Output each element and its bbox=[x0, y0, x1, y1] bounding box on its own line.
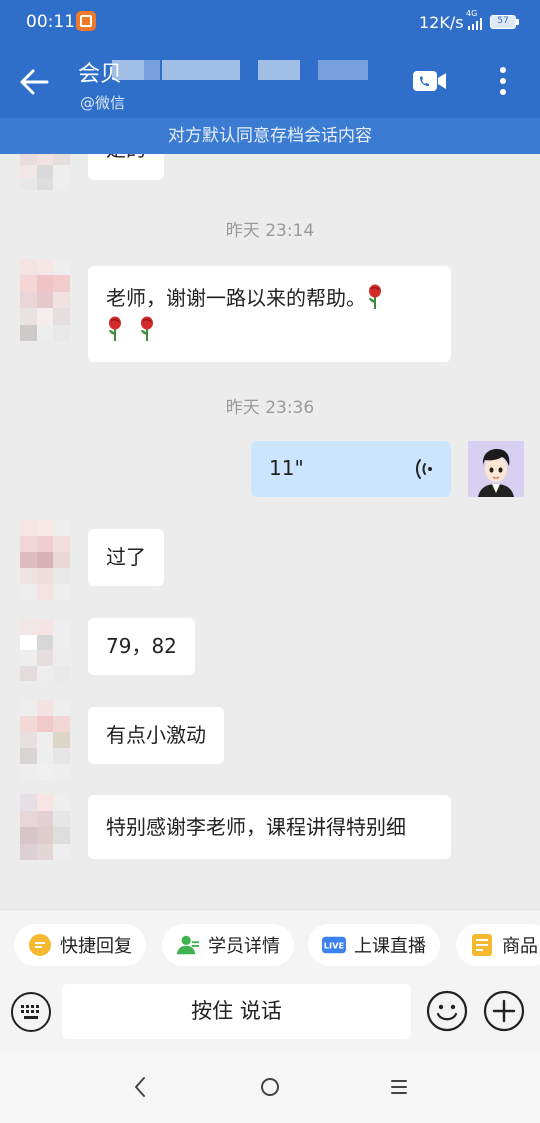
contact-avatar[interactable] bbox=[20, 700, 70, 780]
status-bar: 00:11 12K/s 4G 57 bbox=[0, 0, 540, 44]
live-class-button[interactable]: LIVE 上课直播 bbox=[308, 924, 440, 966]
goods-icon bbox=[470, 933, 494, 957]
name-redaction bbox=[258, 60, 300, 80]
contact-avatar[interactable] bbox=[20, 520, 70, 600]
name-redaction bbox=[144, 60, 160, 80]
rose-emoji-icon bbox=[141, 316, 154, 341]
input-bar: 按住 说话 bbox=[0, 981, 540, 1051]
keyboard-icon[interactable] bbox=[10, 991, 52, 1033]
message-text: 特别感谢李老师，课程讲得特别细 bbox=[106, 815, 406, 839]
rose-emoji-icon bbox=[109, 316, 121, 341]
name-redaction bbox=[112, 60, 144, 80]
back-arrow-icon bbox=[20, 69, 49, 95]
back-button[interactable] bbox=[14, 62, 54, 102]
quick-reply-icon bbox=[28, 933, 52, 957]
contact-avatar[interactable] bbox=[20, 794, 70, 860]
timestamp: 昨天 23:14 bbox=[225, 221, 315, 241]
network-type: 4G bbox=[466, 9, 478, 18]
message-bubble[interactable]: 是的 bbox=[88, 154, 164, 180]
quick-action-bar: 快捷回复 学员详情 LIVE 上课直播 商品 bbox=[0, 909, 540, 981]
network-speed: 12K/s bbox=[419, 13, 464, 32]
contact-avatar[interactable] bbox=[20, 154, 70, 190]
cartoon-avatar-icon bbox=[468, 441, 524, 497]
message-bubble[interactable]: 特别感谢李老师，课程讲得特别细 bbox=[88, 795, 451, 859]
archive-notice: 对方默认同意存档会话内容 bbox=[0, 118, 540, 154]
nav-home-icon[interactable] bbox=[258, 1075, 282, 1099]
goods-button[interactable]: 商品 bbox=[456, 924, 540, 966]
more-options-button[interactable] bbox=[488, 64, 518, 98]
student-detail-button[interactable]: 学员详情 bbox=[162, 924, 294, 966]
message-text: 过了 bbox=[106, 545, 146, 569]
live-icon: LIVE bbox=[322, 933, 346, 957]
signal-icon bbox=[468, 18, 482, 30]
contact-avatar[interactable] bbox=[20, 619, 70, 681]
name-redaction bbox=[318, 60, 368, 80]
chat-header: 会贝 @微信 bbox=[0, 44, 540, 118]
battery-cap bbox=[516, 19, 519, 25]
contact-source: @微信 bbox=[80, 94, 126, 112]
video-call-icon bbox=[413, 71, 446, 91]
voice-wave-icon bbox=[416, 459, 432, 479]
svg-text:LIVE: LIVE bbox=[324, 941, 345, 951]
rose-emoji-icon bbox=[369, 284, 381, 309]
status-time: 00:11 bbox=[26, 12, 75, 32]
message-bubble[interactable]: 79，82 bbox=[88, 618, 195, 675]
battery-icon: 57 bbox=[490, 15, 516, 29]
chip-label: 上课直播 bbox=[354, 936, 426, 957]
message-text: 老师，谢谢一路以来的帮助。 bbox=[106, 286, 366, 310]
message-text: 是的 bbox=[106, 154, 146, 166]
nav-menu-icon[interactable] bbox=[388, 1077, 410, 1097]
self-avatar[interactable] bbox=[468, 441, 524, 497]
student-detail-icon bbox=[176, 933, 200, 957]
timestamp: 昨天 23:36 bbox=[225, 398, 315, 418]
nav-back-icon[interactable] bbox=[128, 1073, 152, 1101]
hold-to-talk-button[interactable]: 按住 说话 bbox=[62, 984, 411, 1039]
message-text: 79，82 bbox=[106, 634, 177, 658]
chip-label: 商品 bbox=[502, 936, 538, 957]
notification-app-icon bbox=[76, 11, 96, 31]
battery-level: 57 bbox=[491, 16, 515, 28]
chip-label: 学员详情 bbox=[208, 936, 280, 957]
contact-avatar[interactable] bbox=[20, 259, 70, 341]
chat-message-list[interactable]: 是的 昨天 23:14 老师，谢谢一路以来的帮助。 昨天 23:36 11" bbox=[0, 154, 540, 909]
more-vertical-icon bbox=[500, 67, 506, 95]
message-text: 有点小激动 bbox=[106, 723, 206, 747]
message-bubble[interactable]: 有点小激动 bbox=[88, 707, 224, 764]
video-call-button[interactable] bbox=[410, 64, 450, 98]
name-redaction bbox=[162, 60, 240, 80]
emoji-icon[interactable] bbox=[425, 989, 469, 1033]
message-bubble[interactable]: 老师，谢谢一路以来的帮助。 bbox=[88, 266, 451, 362]
system-nav-bar bbox=[0, 1051, 540, 1123]
chip-label: 快捷回复 bbox=[60, 936, 132, 957]
voice-message-bubble[interactable]: 11" bbox=[251, 441, 451, 497]
message-bubble[interactable]: 过了 bbox=[88, 529, 164, 586]
plus-icon[interactable] bbox=[482, 989, 526, 1033]
voice-duration: 11" bbox=[269, 456, 304, 480]
quick-reply-button[interactable]: 快捷回复 bbox=[14, 924, 146, 966]
